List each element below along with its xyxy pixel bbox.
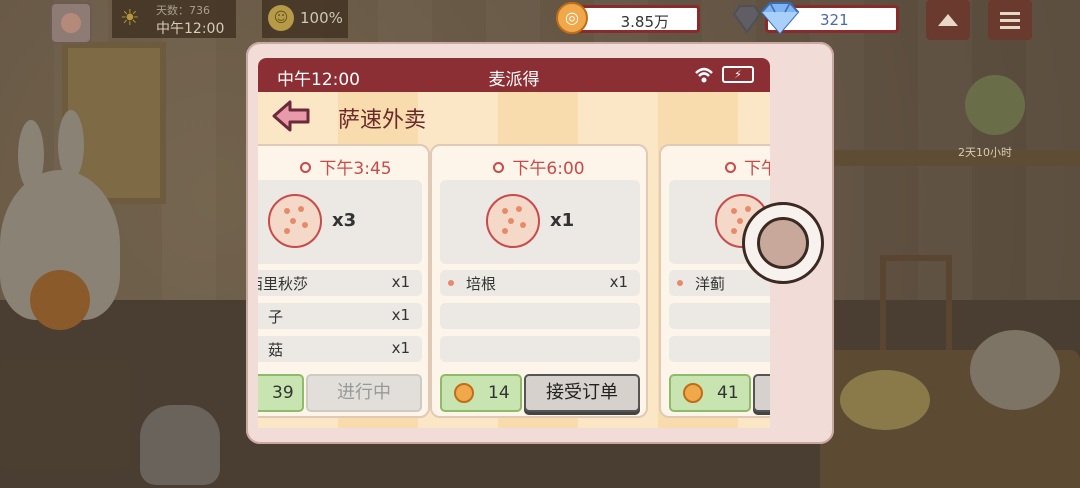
topping-name: 洋蓟 [695, 275, 726, 293]
smiley-icon: ☺ [268, 5, 294, 31]
coin-icon [683, 383, 703, 403]
topping-name: 西里秋莎 [258, 275, 309, 293]
battery-charging-icon: ⚡ [722, 66, 754, 83]
weather-time-panel: ☀ 天数：736 中午12:00 [112, 0, 236, 38]
collapse-button[interactable] [926, 0, 970, 40]
game-clock: 中午12:00 [156, 21, 225, 37]
order-pizza-panel: x3 [258, 180, 422, 264]
flowers-decoration [840, 370, 930, 430]
topping-row: 洋蓟 [669, 270, 770, 296]
topping-name: 菇 [268, 341, 284, 359]
topping-row-empty [440, 303, 640, 329]
page-title: 萨速外卖 [338, 108, 427, 133]
topping-row: 培根 x1 [440, 270, 640, 296]
player-avatar[interactable] [50, 2, 92, 44]
typewriter-decoration [0, 360, 130, 470]
reward-value: 41 [717, 383, 739, 403]
vase-decoration [140, 405, 220, 485]
coin-icon [454, 383, 474, 403]
reward-badge: 39 [258, 374, 304, 412]
reward-badge: 41 [669, 374, 751, 412]
mood-percent: 100% [300, 9, 343, 27]
topping-count: x1 [391, 339, 410, 357]
event-timer: 2天10小时 [958, 146, 1012, 159]
topping-row: 菇 x1 [258, 336, 422, 362]
pizza-icon [268, 194, 322, 248]
app-header: 萨速外卖 [258, 92, 770, 142]
topping-row: 西里秋莎 x1 [258, 270, 422, 296]
order-time: 下午6:00 [432, 154, 646, 179]
order-time-text: 下午 [744, 159, 770, 179]
order-card: 下午 洋蓟 41 [659, 144, 770, 418]
phone-home-button[interactable] [742, 202, 824, 284]
order-pizza-panel: x1 [440, 180, 640, 264]
topping-row: 子 x1 [258, 303, 422, 329]
up-arrow-icon [938, 14, 958, 26]
mood-panel: ☺ 100% [262, 0, 348, 38]
clock-icon [300, 162, 312, 173]
order-time-text: 下午6:00 [512, 159, 585, 179]
pizza-quantity: x1 [550, 210, 575, 231]
carrot-decoration [30, 270, 90, 330]
clock-icon [725, 162, 736, 173]
topping-name: 培根 [466, 275, 497, 293]
accept-order-button[interactable] [753, 374, 770, 412]
shelf-decoration [830, 150, 1080, 166]
menu-icon [1000, 12, 1020, 29]
topping-row-empty [669, 303, 770, 329]
topping-count: x1 [609, 273, 628, 291]
reward-value: 39 [272, 383, 294, 403]
topping-row-empty [440, 336, 640, 362]
home-button-inner [757, 217, 809, 269]
sun-icon: ☀ [120, 6, 140, 31]
phone-status-bar: 中午12:00 麦派得 ⚡ [258, 58, 770, 92]
topping-name: 子 [268, 308, 284, 326]
order-card: 下午3:45 x3 西里秋莎 x1 子 x1 菇 x1 39 进行中 [258, 144, 430, 418]
pizza-quantity: x3 [332, 210, 357, 231]
reward-value: 14 [488, 383, 510, 403]
coin-value: 3.85万 [620, 13, 669, 31]
reward-badge: 14 [440, 374, 522, 412]
diamond-icon [760, 2, 800, 35]
phone-screen: 中午12:00 麦派得 ⚡ 萨速外卖 下午3:45 x3 西里秋莎 x1 子 x1 … [258, 58, 770, 428]
clock-icon [493, 162, 505, 173]
order-time: 下午3:45 [258, 154, 428, 179]
order-time-text: 下午3:45 [319, 159, 392, 179]
gem-value: 321 [820, 11, 849, 29]
back-arrow-icon[interactable] [272, 99, 310, 133]
wifi-icon [695, 67, 713, 83]
order-card: 下午6:00 x1 培根 x1 14 接受订单 [430, 144, 648, 418]
pizza-icon [486, 194, 540, 248]
order-time: 下午 [661, 154, 770, 179]
topping-row-empty [669, 336, 770, 362]
avatar-face [61, 13, 81, 33]
accept-order-button[interactable]: 接受订单 [524, 374, 640, 412]
menu-button[interactable] [988, 0, 1032, 40]
topping-count: x1 [391, 306, 410, 324]
hanging-plant-decoration [965, 75, 1025, 135]
topping-count: x1 [391, 273, 410, 291]
in-progress-button: 进行中 [306, 374, 422, 412]
coin-icon: ◎ [556, 2, 588, 34]
day-count: 天数：736 [156, 4, 210, 17]
teapot-decoration [970, 330, 1060, 410]
